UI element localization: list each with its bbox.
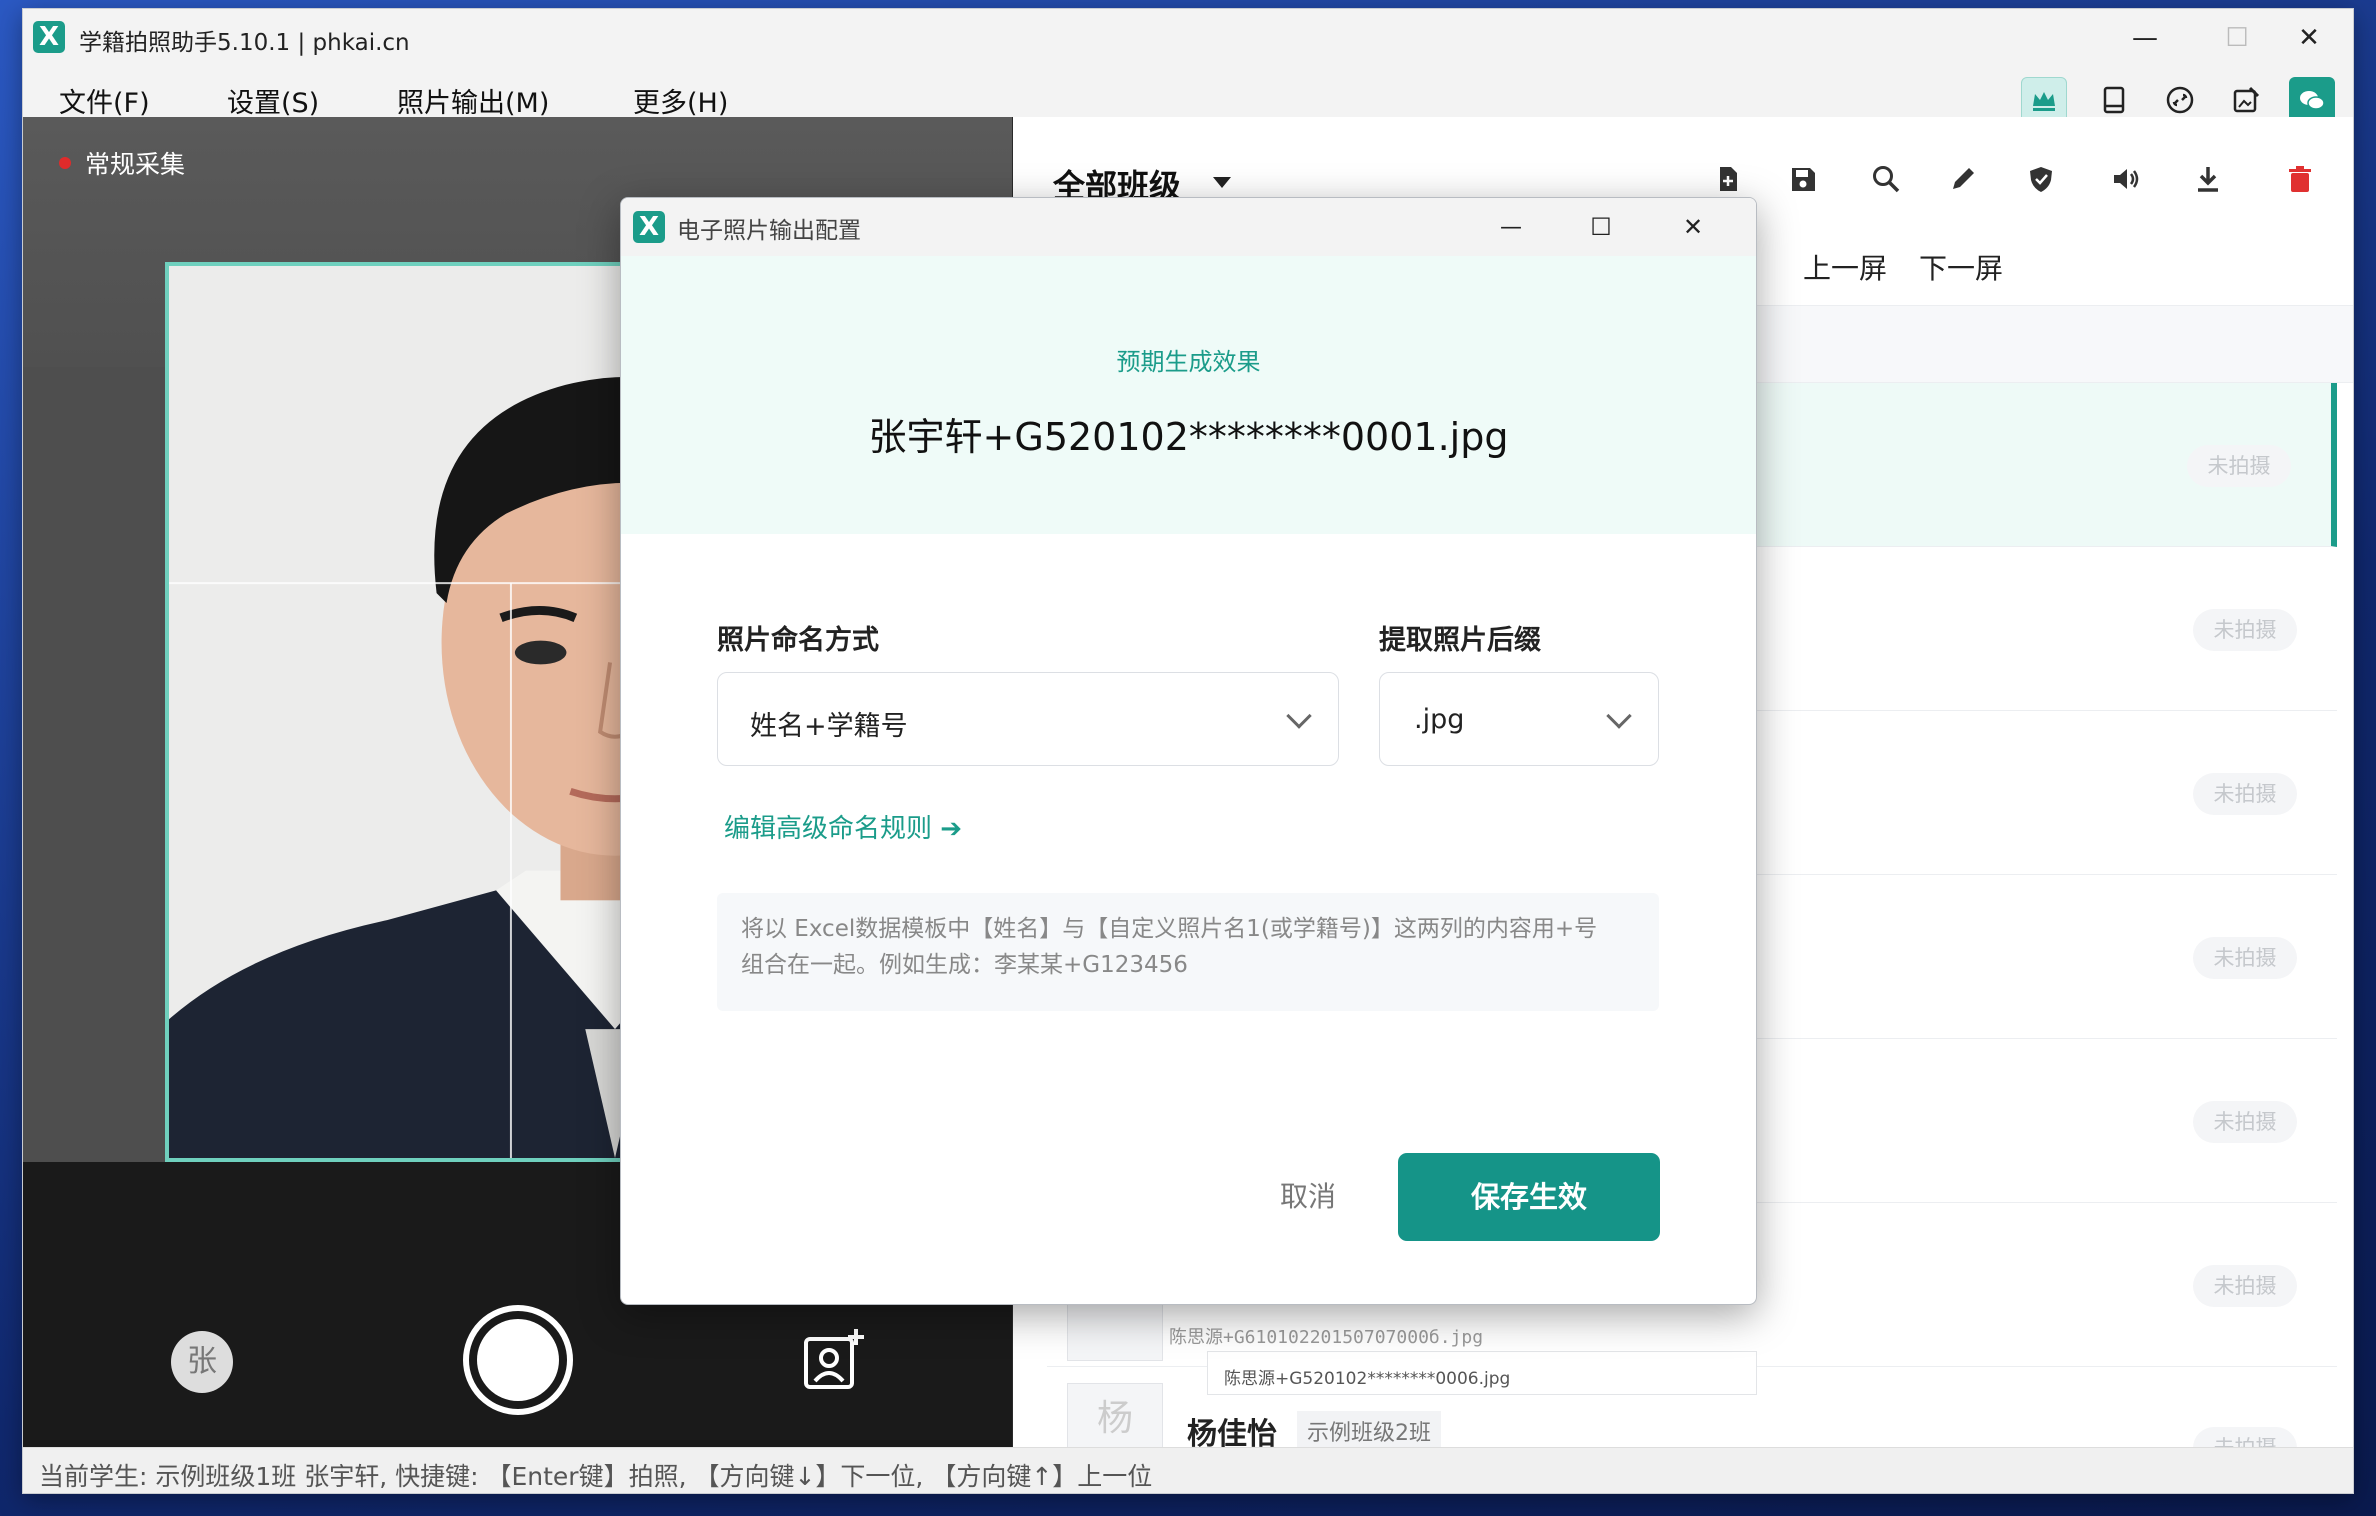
status-badge: 未拍摄 (2193, 1265, 2297, 1307)
minimize-button[interactable]: — (2099, 9, 2191, 67)
menu-settings[interactable]: 设置(S) (227, 81, 319, 120)
status-bar: 当前学生: 示例班级1班 张宇轩, 快捷键: 【Enter键】拍照, 【方向键↓… (23, 1447, 2353, 1493)
title-bar[interactable]: X 学籍拍照助手5.10.1 | phkai.cn — ☐ ✕ (23, 9, 2353, 67)
advanced-naming-link[interactable]: 编辑高级命名规则 ➔ (724, 808, 962, 845)
close-button[interactable]: ✕ (2263, 9, 2353, 67)
cancel-button[interactable]: 取消 (1243, 1153, 1373, 1241)
menu-file[interactable]: 文件(F) (59, 81, 150, 120)
shield-icon[interactable] (2021, 159, 2061, 199)
dialog-maximize-button[interactable]: ☐ (1555, 198, 1647, 256)
menu-photo-output[interactable]: 照片输出(M) (397, 81, 549, 120)
recording-dot-icon (59, 157, 71, 169)
student-class-tag: 示例班级2班 (1297, 1411, 1441, 1451)
suffix-label: 提取照片后缀 (1379, 625, 1541, 656)
photo-filename-text: 陈思源+G61010220150707000б.jpg (1169, 1327, 1484, 1348)
shutter-button[interactable] (463, 1305, 573, 1415)
menu-more[interactable]: 更多(H) (633, 81, 728, 120)
speaker-icon[interactable] (2105, 159, 2145, 199)
naming-select[interactable]: 姓名+学籍号 (717, 672, 1339, 766)
dialog-logo-icon: X (633, 211, 665, 243)
status-text: 当前学生: 示例班级1班 张宇轩, 快捷键: 【Enter键】拍照, 【方向键↓… (39, 1462, 1153, 1491)
capture-mode-indicator: 常规采集 (59, 145, 185, 181)
chevron-down-icon (1286, 703, 1312, 729)
chevron-down-icon (1606, 703, 1632, 729)
suffix-select[interactable]: .jpg (1379, 672, 1659, 766)
dialog-minimize-button[interactable]: — (1465, 198, 1557, 256)
dialog-title-bar[interactable]: X 电子照片输出配置 — ☐ ✕ (621, 198, 1756, 256)
window-title: 学籍拍照助手5.10.1 | phkai.cn (79, 30, 410, 56)
status-badge: 未拍摄 (2193, 609, 2297, 651)
prev-screen-button[interactable]: 上一屏 (1803, 247, 1887, 287)
naming-label: 照片命名方式 (717, 625, 879, 656)
hint-line: 将以 Excel数据模板中【姓名】与【自定义照片名1(或学籍号)】这两列的内容用… (741, 916, 1598, 942)
search-icon[interactable] (1866, 159, 1906, 199)
new-file-icon[interactable] (1708, 159, 1748, 199)
add-photo-icon[interactable] (798, 1325, 868, 1395)
next-screen-button[interactable]: 下一屏 (1919, 247, 2003, 287)
status-badge: 未拍摄 (2193, 937, 2297, 979)
app-logo-icon: X (33, 21, 65, 53)
naming-select-value: 姓名+学籍号 (750, 711, 908, 742)
download-icon[interactable] (2188, 159, 2228, 199)
suffix-select-value: .jpg (1414, 704, 1465, 735)
naming-hint: 将以 Excel数据模板中【姓名】与【自定义照片名1(或学籍号)】这两列的内容用… (717, 893, 1659, 1011)
delete-icon[interactable] (2280, 159, 2320, 199)
menu-bar: 文件(F) 设置(S) 照片输出(M) 更多(H) (23, 67, 2353, 123)
status-badge: 未拍摄 (2193, 1101, 2297, 1143)
capture-mode-label: 常规采集 (85, 150, 186, 179)
student-avatar[interactable]: 张 (171, 1331, 233, 1393)
hint-line: 组合在一起。例如生成：李某某+G123456 (741, 952, 1188, 978)
save-button[interactable]: 保存生效 (1398, 1153, 1660, 1241)
status-badge: 未拍摄 (2187, 445, 2291, 487)
caret-down-icon[interactable] (1213, 177, 1231, 188)
preview-area: 预期生成效果 张宇轩+G520102********0001.jpg (621, 256, 1756, 534)
photo-output-config-dialog: X 电子照片输出配置 — ☐ ✕ 预期生成效果 张宇轩+G520102*****… (620, 197, 1757, 1305)
pencil-icon[interactable] (1943, 159, 1983, 199)
student-thumbnail: 杨 (1067, 1383, 1163, 1453)
preview-label: 预期生成效果 (1116, 348, 1261, 376)
dialog-title: 电子照片输出配置 (677, 218, 861, 244)
preview-filename: 张宇轩+G520102********0001.jpg (868, 415, 1509, 459)
save-icon[interactable] (1783, 159, 1823, 199)
dialog-close-button[interactable]: ✕ (1647, 198, 1739, 256)
status-badge: 未拍摄 (2193, 773, 2297, 815)
